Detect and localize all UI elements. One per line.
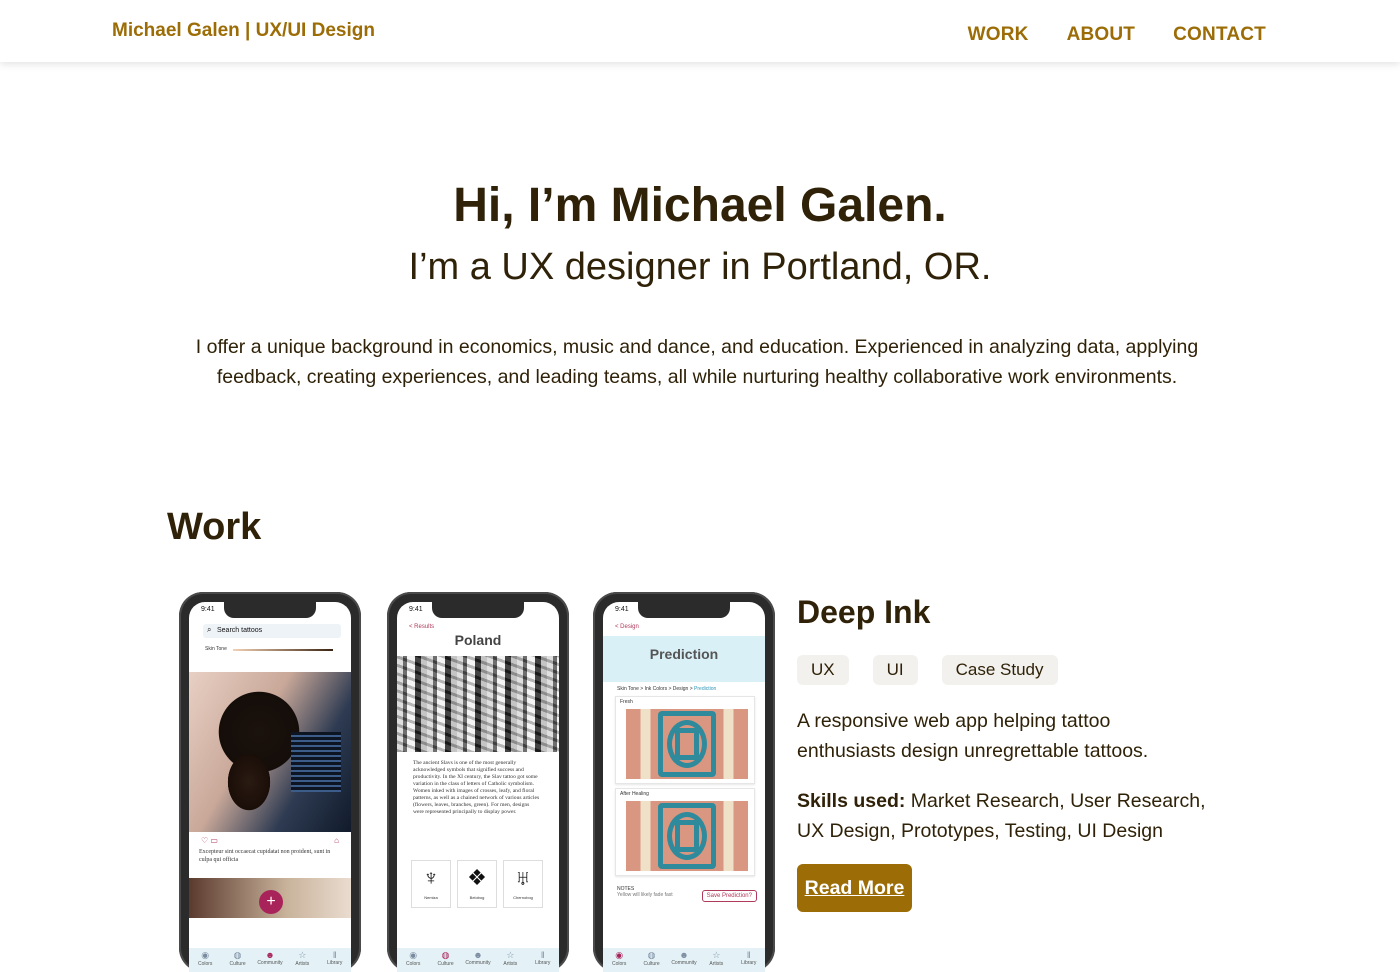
mock-country-title: Poland <box>454 632 502 648</box>
people-icon: ☻ <box>473 950 483 960</box>
globe-icon: ◍ <box>233 950 242 960</box>
phone-screen: 9:41 < Results Poland The ancient Slavs … <box>397 602 559 972</box>
project-tags: UX UI Case Study <box>797 655 1058 685</box>
tattoo-photo <box>189 672 351 832</box>
tab-culture: ◍ Culture <box>224 950 252 972</box>
tab-artists: ☆ Artists <box>496 950 524 972</box>
symbol-card: ♅ Chernobog <box>503 860 543 908</box>
work-heading: Work <box>167 506 262 548</box>
tattoo-sleeves-photo <box>397 656 559 752</box>
brand-link[interactable]: Michael Galen | UX/UI Design <box>112 20 375 42</box>
heart-icon: ♡ ▭ <box>201 836 218 845</box>
phone-notch <box>638 602 730 618</box>
add-icon: + <box>259 890 283 914</box>
palette-icon: ◉ <box>201 950 210 960</box>
people-icon: ☻ <box>679 950 689 960</box>
prediction-banner: Prediction <box>603 636 765 682</box>
project-title: Deep Ink <box>797 594 931 630</box>
skills-label: Skills used: <box>797 790 906 812</box>
phone-screen: 9:41 Search tattoos Skin Tone ♡ ▭ ⌂ Exce… <box>189 602 351 972</box>
mock-tabbar: ◉ Colors ◍ Culture ☻ Community ☆ Artists ‖ Li… <box>189 948 351 972</box>
main-nav: WORK ABOUT CONTACT <box>968 24 1266 46</box>
mock-breadcrumb: Skin Tone > Ink Colors > Design > Predic… <box>617 686 717 692</box>
tab-community: ☻ Community <box>465 950 491 966</box>
symbol-list: ♆ Nemiza ❖ Belobog ♅ Chernobog <box>411 860 543 908</box>
mock-tabbar: ◉ Colors ◍ Culture ☻ Community ☆ Artists ‖ Li… <box>397 948 559 972</box>
mock-prediction-title: Prediction <box>649 646 719 662</box>
star-icon: ☆ <box>298 950 307 960</box>
people-icon: ☻ <box>265 950 275 960</box>
hero-title: Hi, I’m Michael Galen. <box>453 179 947 232</box>
library-icon: ‖ <box>540 950 545 960</box>
tab-colors: ◉ Colors <box>399 950 427 972</box>
read-more-button[interactable]: Read More <box>797 864 912 912</box>
phone-mockup-culture[interactable]: 9:41 < Results Poland The ancient Slavs … <box>387 592 569 972</box>
tab-culture: ◍ Culture <box>432 950 460 972</box>
tag-ux: UX <box>797 655 849 685</box>
tab-community: ☻ Community <box>257 950 283 966</box>
mock-back-link: < Design <box>615 624 639 630</box>
mock-article-text: The ancient Slavs is one of the most gen… <box>413 760 540 815</box>
tab-artists: ☆ Artists <box>288 950 316 972</box>
tattoo-design-tile <box>626 801 748 871</box>
tab-colors: ◉ Colors <box>605 950 633 972</box>
mock-save-button: Save Prediction? <box>701 890 757 902</box>
mock-tabbar: ◉ Colors ◍ Culture ☻ Community ☆ Artists ‖ Li… <box>603 948 765 972</box>
library-icon: ‖ <box>332 950 337 960</box>
palette-icon: ◉ <box>409 950 418 960</box>
nav-contact[interactable]: CONTACT <box>1173 24 1266 46</box>
mock-caption: Excepteur sint occaecat cupidatat non pr… <box>199 849 331 863</box>
mock-skin-tone-slider: Skin Tone <box>205 646 351 652</box>
hero-subtitle: I’m a UX designer in Portland, OR. <box>408 246 992 288</box>
star-icon: ☆ <box>506 950 515 960</box>
globe-icon: ◍ <box>441 950 450 960</box>
library-icon: ‖ <box>746 950 751 960</box>
tab-library: ‖ Library <box>735 950 763 972</box>
mock-search-input: Search tattoos <box>203 623 341 638</box>
prediction-card-fresh: Fresh <box>615 696 755 784</box>
project-skills: Skills used: Market Research, User Resea… <box>797 786 1217 846</box>
tab-community: ☻ Community <box>671 950 697 966</box>
tag-ui: UI <box>872 655 918 685</box>
bookmark-icon: ⌂ <box>334 836 339 845</box>
symbol-card: ♆ Nemiza <box>411 860 451 908</box>
nav-work[interactable]: WORK <box>968 24 1029 46</box>
tab-colors: ◉ Colors <box>191 950 219 972</box>
tattoo-design-tile <box>626 709 748 779</box>
tab-library: ‖ Library <box>321 950 349 972</box>
tab-artists: ☆ Artists <box>702 950 730 972</box>
site-header: Michael Galen | UX/UI Design WORK ABOUT … <box>0 0 1400 62</box>
tag-case-study: Case Study <box>941 655 1058 685</box>
mock-back-link: < Results <box>409 624 435 630</box>
star-icon: ☆ <box>712 950 721 960</box>
phone-mockup-prediction[interactable]: 9:41 < Design Prediction Skin Tone > Ink… <box>593 592 775 972</box>
symbol-card: ❖ Belobog <box>457 860 497 908</box>
project-description: A responsive web app helping tattoo enth… <box>797 710 1149 762</box>
phone-mockup-search[interactable]: 9:41 Search tattoos Skin Tone ♡ ▭ ⌂ Exce… <box>179 592 361 972</box>
phone-notch <box>224 602 316 618</box>
tab-culture: ◍ Culture <box>638 950 666 972</box>
globe-icon: ◍ <box>647 950 656 960</box>
nav-about[interactable]: ABOUT <box>1067 24 1136 46</box>
palette-icon: ◉ <box>615 950 624 960</box>
tab-library: ‖ Library <box>529 950 557 972</box>
prediction-card-healed: After Healing <box>615 788 755 876</box>
phone-notch <box>432 602 524 618</box>
mock-notes: NOTES Yellow will likely fade fast <box>617 886 673 898</box>
hero-intro: I offer a unique background in economics… <box>195 336 1199 388</box>
phone-screen: 9:41 < Design Prediction Skin Tone > Ink… <box>603 602 765 972</box>
